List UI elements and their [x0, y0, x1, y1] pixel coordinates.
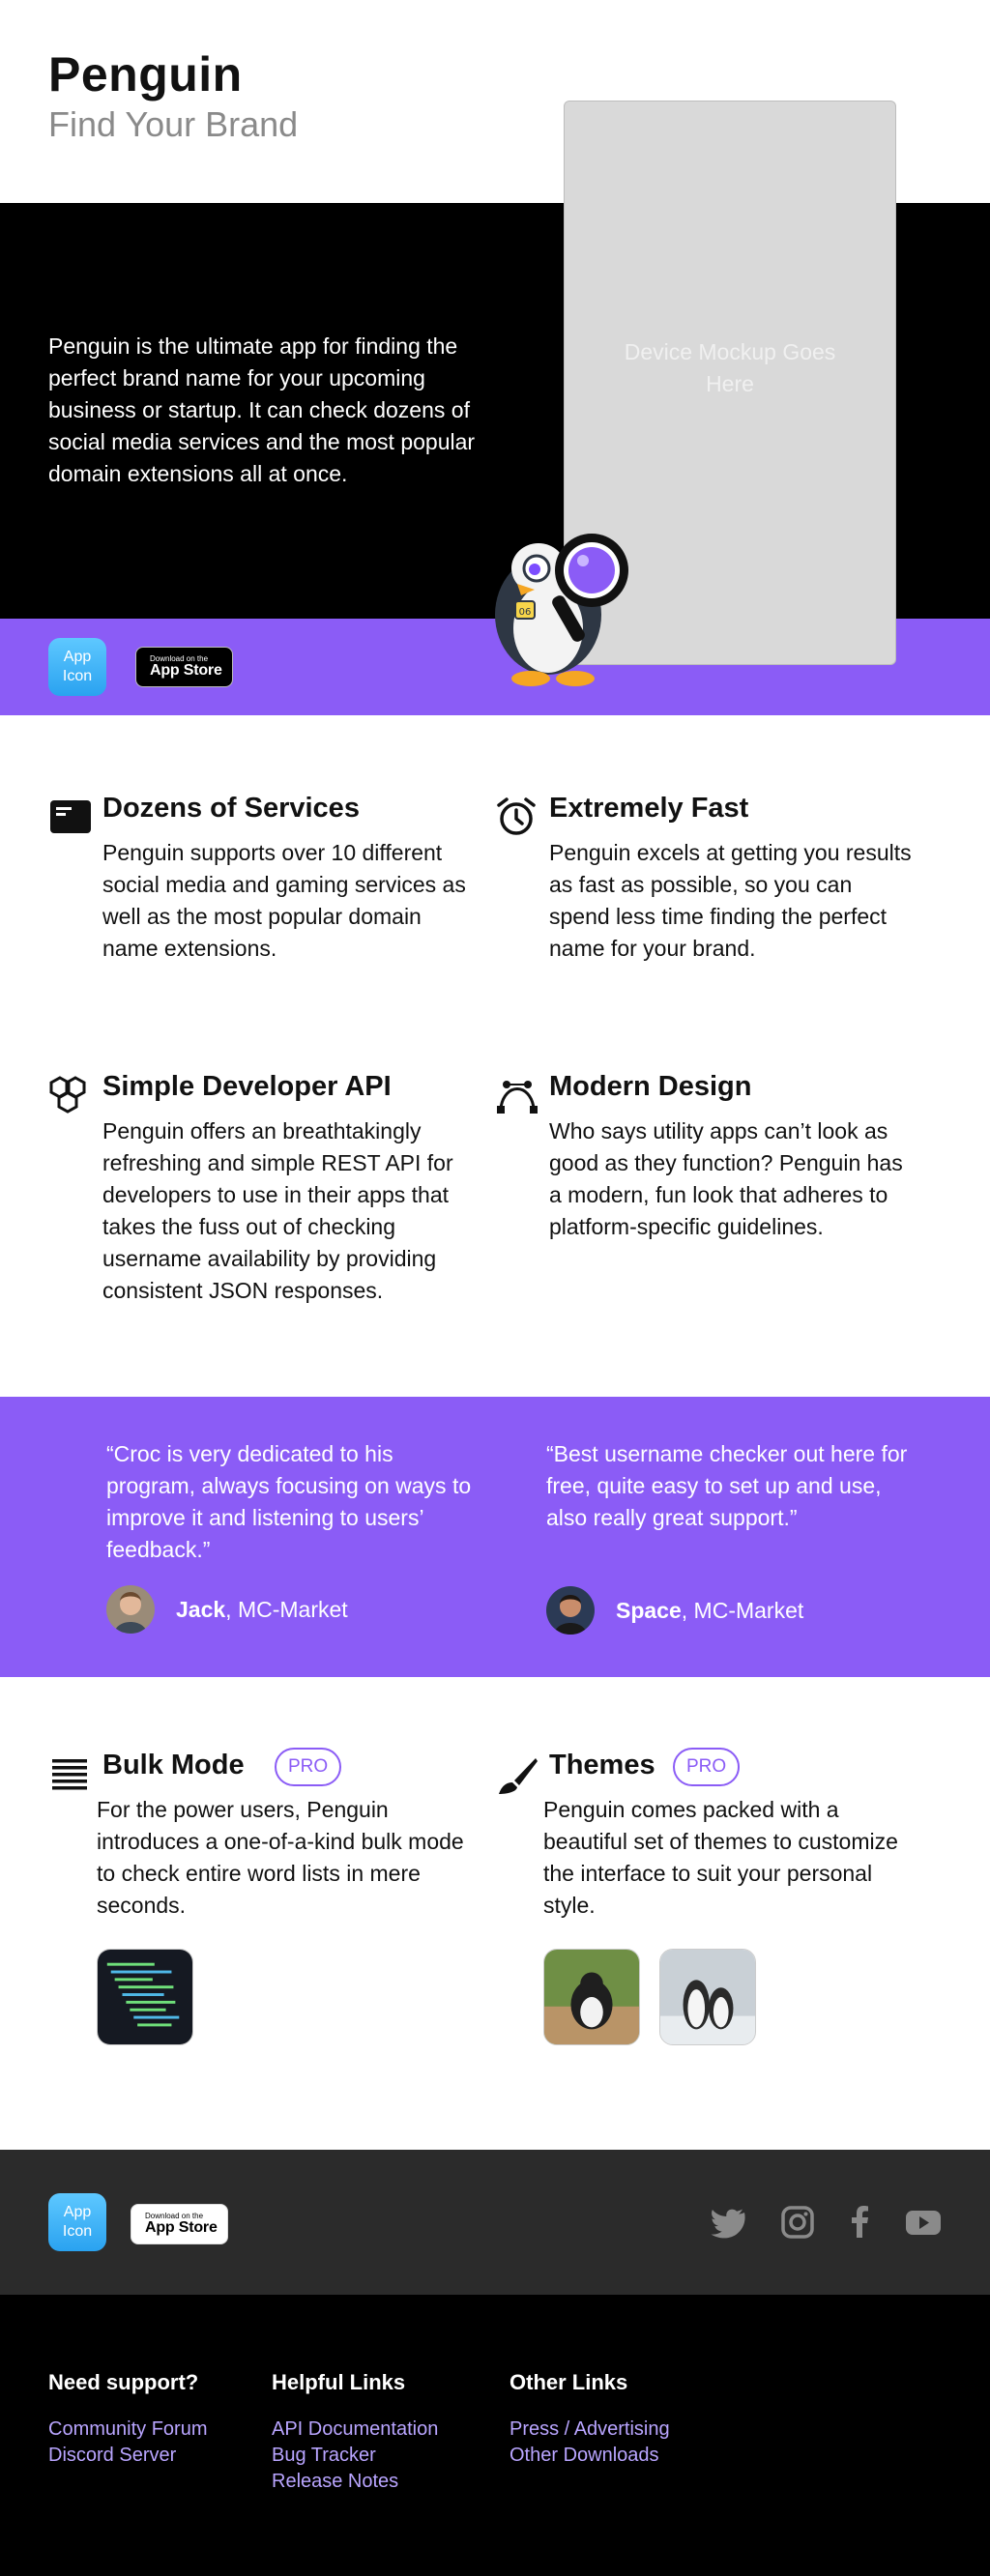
- footer-column-heading: Helpful Links: [272, 2370, 406, 2394]
- footer-column-heading: Other Links: [510, 2370, 628, 2394]
- feature-dozens-of-services: Dozens of Services Penguin supports over…: [48, 793, 466, 1005]
- list-lines-icon: [52, 1759, 87, 1790]
- mascot-tag: 06: [519, 607, 532, 618]
- testimonial-source: , MC-Market: [225, 1596, 348, 1622]
- testimonial-source: , MC-Market: [681, 1597, 804, 1623]
- avatar: [546, 1586, 595, 1635]
- pro-feature-text: Penguin comes packed with a beautiful se…: [543, 1797, 898, 1918]
- brand-title: Penguin: [48, 47, 243, 101]
- terminal-screenshot-thumbnail[interactable]: [97, 1949, 193, 2045]
- pro-feature-title: Bulk Mode: [102, 1750, 245, 1780]
- footer-column-helpful-links: Helpful Links API Documentation Bug Trac…: [272, 2370, 438, 2495]
- feature-text: Penguin offers an breathtakingly refresh…: [102, 1118, 453, 1303]
- theme-preview-penguins-thumbnail[interactable]: [659, 1949, 756, 2045]
- feature-extremely-fast: Extremely Fast Penguin excels at getting…: [495, 793, 912, 1005]
- feature-text: Penguin supports over 10 different socia…: [102, 840, 466, 961]
- pro-badge: PRO: [275, 1748, 342, 1786]
- facebook-icon[interactable]: [841, 2203, 880, 2242]
- footer-link-api-documentation[interactable]: API Documentation: [272, 2417, 438, 2443]
- avatar: [106, 1585, 155, 1634]
- footer-column-support: Need support? Community Forum Discord Se…: [48, 2370, 207, 2469]
- theme-preview-dog-thumbnail[interactable]: [543, 1949, 640, 2045]
- footer-link-release-notes[interactable]: Release Notes: [272, 2469, 438, 2495]
- feature-text: Penguin excels at getting you results as…: [549, 840, 912, 961]
- footer-link-press-advertising[interactable]: Press / Advertising: [510, 2417, 670, 2443]
- app-icon[interactable]: App Icon: [48, 638, 106, 696]
- browser-window-icon: [50, 800, 91, 833]
- store-badge-big: App Store: [150, 662, 222, 679]
- youtube-icon[interactable]: [904, 2203, 943, 2242]
- feature-title: Modern Design: [549, 1071, 752, 1102]
- app-store-badge[interactable]: Download on the App Store: [131, 2204, 228, 2244]
- footer-link-community-forum[interactable]: Community Forum: [48, 2417, 207, 2443]
- app-store-badge[interactable]: Download on the App Store: [135, 647, 233, 687]
- footer-link-discord-server[interactable]: Discord Server: [48, 2443, 207, 2469]
- footer-column-other-links: Other Links Press / Advertising Other Do…: [510, 2370, 670, 2469]
- feature-text: Who says utility apps can’t look as good…: [549, 1118, 903, 1239]
- pro-feature-themes: Themes PRO Penguin comes packed with a b…: [495, 1748, 901, 2045]
- footer-download-band: App Icon Download on the App Store: [0, 2150, 990, 2295]
- feature-title: Dozens of Services: [102, 793, 360, 824]
- testimonial-quote: “Best username checker out here for free…: [546, 1441, 908, 1530]
- feature-title: Simple Developer API: [102, 1071, 392, 1102]
- pro-badge: PRO: [673, 1748, 741, 1786]
- feature-simple-developer-api: Simple Developer API Penguin offers an b…: [48, 1071, 453, 1361]
- testimonials-section: “Croc is very dedicated to his program, …: [0, 1397, 990, 1677]
- twitter-icon[interactable]: [710, 2203, 748, 2242]
- footer-column-heading: Need support?: [48, 2370, 199, 2394]
- alarm-clock-icon: [497, 797, 536, 835]
- brand-tagline: Find Your Brand: [48, 104, 299, 144]
- footer-link-bug-tracker[interactable]: Bug Tracker: [272, 2443, 438, 2469]
- footer-link-other-downloads[interactable]: Other Downloads: [510, 2443, 670, 2469]
- pro-feature-bulk-mode: Bulk Mode PRO For the power users, Pengu…: [48, 1748, 464, 2045]
- instagram-icon[interactable]: [778, 2203, 817, 2242]
- footer-links: Need support? Community Forum Discord Se…: [0, 2295, 990, 2576]
- paintbrush-icon: [499, 1758, 538, 1794]
- testimonial-author: Space, MC-Market: [546, 1586, 803, 1635]
- landing-page: Penguin Find Your Brand Penguin is the u…: [0, 0, 990, 2576]
- testimonial-name: Space: [616, 1597, 682, 1623]
- cubes-icon: [49, 1076, 86, 1114]
- device-mockup-text: Device Mockup Goes Here: [624, 339, 836, 396]
- testimonial-quote: “Croc is very dedicated to his program, …: [106, 1441, 472, 1562]
- pro-feature-title: Themes: [549, 1750, 655, 1780]
- pro-feature-text: For the power users, Penguin introduces …: [97, 1797, 464, 1918]
- app-icon[interactable]: App Icon: [48, 2193, 106, 2251]
- penguin-mascot-icon: 06: [495, 534, 628, 686]
- store-badge-big: App Store: [145, 2219, 218, 2236]
- bezier-curve-icon: [497, 1081, 538, 1114]
- feature-modern-design: Modern Design Who says utility apps can’…: [495, 1071, 903, 1361]
- testimonial-name: Jack: [176, 1596, 226, 1622]
- feature-title: Extremely Fast: [549, 793, 749, 824]
- testimonial-author: Jack, MC-Market: [106, 1585, 348, 1634]
- hero-description: Penguin is the ultimate app for finding …: [48, 333, 476, 486]
